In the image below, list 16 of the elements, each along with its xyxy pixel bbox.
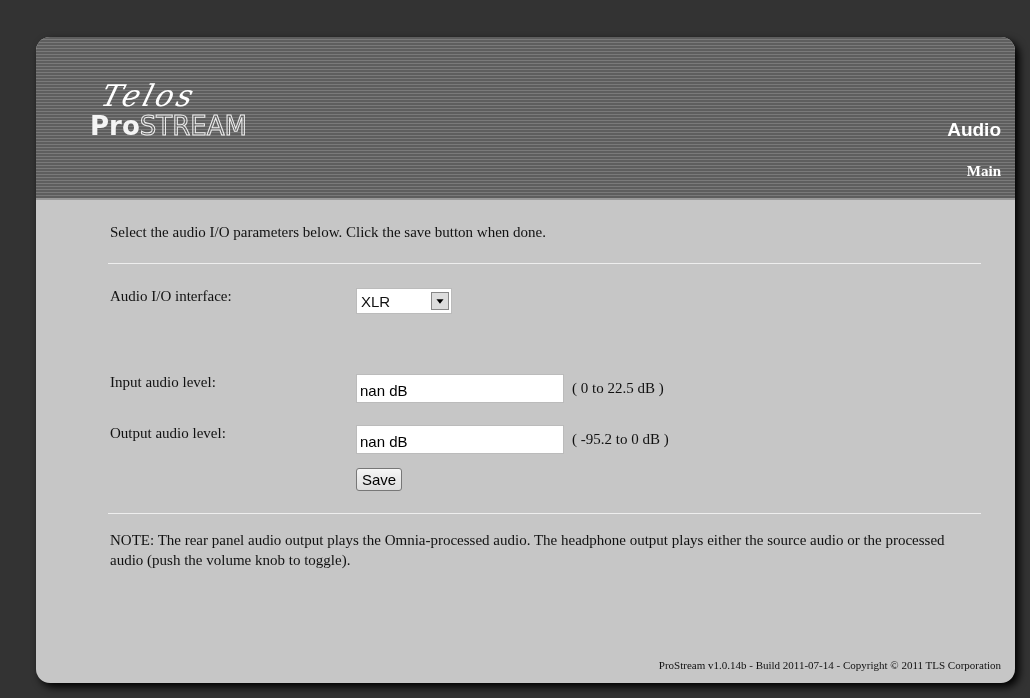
level-input-field[interactable]: nan dB	[356, 374, 564, 403]
logo: ProSTREAM	[90, 111, 247, 141]
logo-script: Telos	[98, 81, 202, 111]
footer-text: ProStream v1.0.14b - Build 2011-07-14 - Copyright © 2011 TLS Corporation	[657, 659, 1001, 673]
page-title: Audio	[947, 119, 1001, 141]
range-hint: ( 0 to 22.5 dB )	[572, 380, 664, 397]
field-label: Output audio level:	[110, 425, 227, 442]
instructions-text: Select the audio I/O parameters below. Click the save button when done.	[110, 224, 547, 241]
level-input-field[interactable]: nan dB	[356, 425, 564, 454]
note-text: NOTE: The rear panel audio output plays the Omnia-processed audio. The headphone output plays either the source audio or the processed audio (push the volume knob to toggle).	[110, 531, 946, 570]
field-label: Audio I/O interface:	[110, 288, 233, 305]
save-button[interactable]: Save	[356, 468, 403, 491]
range-hint: ( -95.2 to 0 dB )	[572, 431, 669, 448]
interface-dropdown[interactable]: XLR	[356, 288, 452, 314]
field-label: Input audio level:	[110, 374, 217, 391]
main-link[interactable]: Main	[966, 163, 1001, 180]
